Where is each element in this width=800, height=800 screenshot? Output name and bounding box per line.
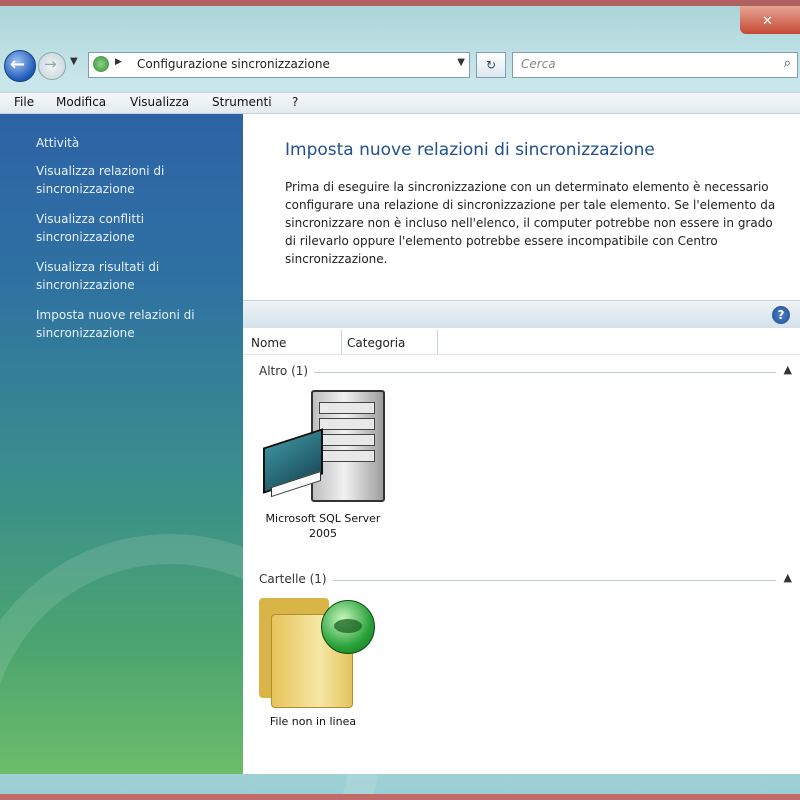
sync-center-icon (93, 56, 109, 72)
window-frame: ✕ ▼ ▶ Configurazione sincronizzazione ▼ … (0, 0, 800, 800)
close-icon: ✕ (762, 14, 773, 29)
sidebar-item-view-results[interactable]: Visualizza risultati di sincronizzazione (36, 258, 226, 294)
sidebar-item-view-sync-relations[interactable]: Visualizza relazioni di sincronizzazione (36, 162, 226, 198)
task-sidebar: Attività Visualizza relazioni di sincron… (0, 114, 380, 800)
menu-visualizza[interactable]: Visualizza (130, 95, 189, 109)
sidebar-heading-tasks: Attività (36, 136, 80, 150)
breadcrumb-chevron-icon[interactable]: ▶ (115, 57, 122, 67)
back-button[interactable] (4, 50, 36, 82)
help-icon[interactable]: ? (772, 306, 790, 324)
menu-strumenti[interactable]: Strumenti (212, 95, 272, 109)
globe-icon (321, 600, 375, 654)
sidebar-item-view-conflicts[interactable]: Visualizza conflitti sincronizzazione (36, 210, 226, 246)
column-divider[interactable] (437, 330, 438, 354)
menu-bar: File Modifica Visualizza Strumenti ? (0, 92, 800, 114)
group-header-cartelle[interactable]: Cartelle (1) ▲ (243, 570, 800, 590)
group-label[interactable]: Altro (1) (259, 364, 315, 378)
group-header-altro[interactable]: Altro (1) ▲ (243, 362, 800, 382)
server-bay (319, 450, 375, 462)
server-bay (319, 402, 375, 414)
address-path[interactable]: Configurazione sincronizzazione (137, 57, 330, 71)
menu-modifica[interactable]: Modifica (56, 95, 106, 109)
group-label[interactable]: Cartelle (1) (259, 572, 333, 586)
address-bar[interactable]: ▶ Configurazione sincronizzazione ▼ (88, 52, 470, 78)
page-description: Prima di eseguire la sincronizzazione co… (285, 180, 776, 266)
menu-file[interactable]: File (14, 95, 34, 109)
item-label: Microsoft SQL Server 2005 (265, 512, 381, 540)
collapse-chevron-icon[interactable]: ▲ (784, 363, 792, 376)
address-dropdown-icon[interactable]: ▼ (457, 57, 465, 68)
menu-help[interactable]: ? (292, 95, 298, 109)
content-toolbar: ? (243, 300, 800, 330)
sidebar-item-setup-new-relations[interactable]: Imposta nuove relazioni di sincronizzazi… (36, 306, 226, 342)
navigation-bar: ▼ ▶ Configurazione sincronizzazione ▼ ↻ … (0, 44, 800, 88)
server-bay (319, 418, 375, 430)
sql-server-icon (263, 390, 385, 505)
offline-files-folder-icon (253, 594, 375, 712)
forward-button[interactable] (38, 52, 66, 80)
list-item-offline-files[interactable]: File non in linea (253, 594, 375, 734)
column-divider[interactable] (341, 330, 342, 354)
group-divider (259, 372, 776, 373)
refresh-button[interactable]: ↻ (476, 52, 506, 78)
server-bay (319, 434, 375, 446)
top-border (0, 0, 800, 6)
collapse-chevron-icon[interactable]: ▲ (784, 571, 792, 584)
bottom-border (0, 794, 800, 800)
column-header-row: Nome Categoria (243, 328, 800, 355)
column-header-category[interactable]: Categoria (347, 336, 405, 350)
column-header-name[interactable]: Nome (251, 336, 286, 350)
list-item-sql-server[interactable]: Microsoft SQL Server 2005 (263, 390, 385, 550)
search-icon[interactable]: ⌕ (784, 56, 791, 71)
close-button[interactable]: ✕ (740, 6, 800, 34)
recent-pages-dropdown[interactable]: ▼ (70, 56, 78, 67)
item-label: File non in linea (269, 715, 357, 728)
search-placeholder: Cerca (521, 57, 556, 71)
search-input[interactable]: Cerca ⌕ (512, 52, 798, 78)
page-title: Imposta nuove relazioni di sincronizzazi… (285, 140, 655, 160)
main-content: Imposta nuove relazioni di sincronizzazi… (243, 114, 800, 774)
group-divider (259, 580, 776, 581)
